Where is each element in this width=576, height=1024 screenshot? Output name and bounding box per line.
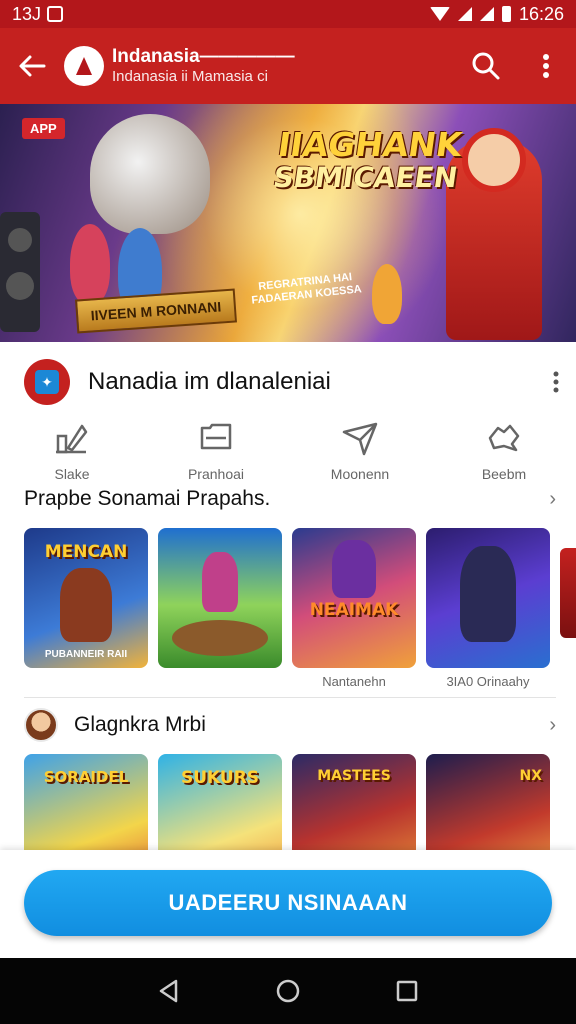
install-button[interactable]: UADEERU NSINAAAN (24, 870, 552, 936)
logo-mark-icon (76, 57, 92, 75)
section-divider (24, 697, 556, 698)
app-bar-subtitle: Indanasia ii Mamasia ci (112, 68, 268, 86)
action-message[interactable]: Pranhoai (144, 416, 288, 486)
action-send-label: Moonenn (330, 466, 390, 482)
back-arrow-icon (19, 55, 46, 77)
game-card-art-title: NEAIMAK (309, 600, 399, 620)
chevron-right-icon: › (549, 487, 556, 510)
install-panel: UADEERU NSINAAAN (0, 850, 576, 958)
nav-home-icon[interactable] (275, 978, 301, 1004)
banner-badge: APP (22, 118, 65, 139)
nav-back-icon[interactable] (156, 978, 182, 1004)
status-right: 16:26 (429, 3, 564, 25)
battery-icon (501, 6, 511, 22)
carousel-peek-card[interactable] (560, 548, 576, 638)
nav-recents-icon[interactable] (394, 978, 420, 1004)
more-vert-icon (543, 54, 549, 78)
character-illustration-3 (372, 264, 402, 324)
section-1-title: Prapbe Sonamai Prapahs. (24, 487, 271, 510)
section-2-title-group: Glagnkra Mrbi (24, 708, 206, 742)
app-bar-logo (64, 46, 104, 86)
game-card-caption: 3IA0 Orinaahy (446, 674, 530, 689)
status-left: 13J (12, 3, 64, 25)
action-send[interactable]: Moonenn (288, 416, 432, 486)
section-1-header[interactable]: Prapbe Sonamai Prapahs. › (24, 484, 556, 514)
character-illustration-1 (70, 224, 110, 304)
garden-bed-illustration (172, 620, 268, 656)
app-more-button[interactable] (536, 362, 576, 402)
share-icon (56, 424, 88, 454)
system-nav-bar (0, 958, 576, 1024)
character-illustration (60, 568, 112, 642)
signal-icon (457, 7, 472, 21)
game-card[interactable]: MASTEES (292, 754, 416, 850)
game-card[interactable]: MENCAN PUBANNEIR RAII (24, 528, 148, 694)
game-card-art: MENCAN PUBANNEIR RAII (24, 528, 148, 668)
game-card[interactable] (158, 528, 282, 694)
search-icon (472, 52, 500, 80)
banner-title-line1: IIAGHANK (275, 125, 465, 164)
status-bar: 13J 16:26 (0, 0, 576, 28)
character-illustration (460, 546, 516, 642)
bird-character-illustration (90, 114, 210, 234)
action-share-label: Slake (54, 466, 90, 482)
game-card[interactable]: 3IA0 Orinaahy (426, 528, 550, 694)
app-info-row: ✦ Nanadia im dlanaleniai (0, 352, 576, 412)
section-2-header[interactable]: Glagnkra Mrbi › (24, 708, 556, 742)
app-name: Nanadia im dlanaleniai (88, 368, 331, 395)
app-icon-glyph: ✦ (35, 370, 59, 394)
game-card-art-footer: PUBANNEIR RAII (44, 649, 128, 660)
character-illustration (332, 540, 376, 598)
send-icon (342, 422, 378, 456)
developer-avatar (24, 708, 58, 742)
banner-title-line2: SBMICAEEN (271, 160, 460, 194)
game-card-art-title: MENCAN (44, 542, 128, 562)
app-bar-title-block: Indanasia————— Indanasia ii Mamasia ci (112, 46, 456, 85)
search-button[interactable] (456, 28, 516, 104)
game-card-art: SORAIDEL (24, 754, 148, 850)
section-2-carousel: SORAIDEL SUKURS MASTEES NX (24, 754, 576, 850)
overflow-menu-button[interactable] (516, 28, 576, 104)
action-share[interactable]: Slake (0, 416, 144, 486)
status-time: 16:26 (518, 3, 564, 24)
game-card-art-title: SORAIDEL (43, 768, 129, 786)
wishlist-icon (488, 424, 520, 452)
notification-icon (47, 6, 64, 22)
action-message-label: Pranhoai (187, 466, 245, 482)
message-icon (200, 423, 232, 450)
game-card-art: SUKURS (158, 754, 282, 850)
play-store-app-page: 13J 16:26 Indanasia————— Indanasia ii Ma… (0, 0, 576, 1024)
speaker-illustration (0, 212, 40, 332)
game-card[interactable]: SUKURS (158, 754, 282, 850)
action-wishlist[interactable]: Beebm (432, 416, 576, 486)
game-card[interactable]: SORAIDEL (24, 754, 148, 850)
game-card-art-title: NX (519, 768, 542, 784)
app-bar: Indanasia————— Indanasia ii Mamasia ci (0, 28, 576, 104)
signal-icon-2 (479, 7, 494, 21)
game-card-art (426, 528, 550, 668)
app-bar-title: Indanasia————— (112, 46, 295, 68)
game-card-art: NEAIMAK (292, 528, 416, 668)
feature-banner[interactable]: APP IIAGHANK SBMICAEEN REGRATRINA HAI FA… (0, 104, 576, 342)
more-vert-icon (553, 371, 559, 393)
game-card-art: MASTEES (292, 754, 416, 850)
section-1-carousel: MENCAN PUBANNEIR RAII NEAIMAK Nantanehn (24, 528, 576, 694)
chevron-right-icon: › (549, 713, 556, 736)
status-time-left: 13J (12, 3, 42, 24)
character-illustration (202, 552, 238, 612)
game-card[interactable]: NEAIMAK Nantanehn (292, 528, 416, 694)
action-row: Slake Pranhoai Moonenn Beebm (0, 416, 576, 486)
game-card-art: NX (426, 754, 550, 850)
game-card-art-title: SUKURS (180, 768, 260, 788)
section-2-title: Glagnkra Mrbi (74, 713, 206, 736)
game-card[interactable]: NX (426, 754, 550, 850)
wifi-icon (429, 7, 450, 21)
game-card-art-title: MASTEES (317, 768, 391, 784)
action-wishlist-label: Beebm (481, 466, 527, 482)
app-icon: ✦ (24, 359, 70, 405)
game-card-caption: Nantanehn (322, 674, 386, 689)
game-card-art (158, 528, 282, 668)
banner-title: IIAGHANK SBMICAEEN (271, 125, 481, 194)
back-button[interactable] (0, 28, 64, 104)
